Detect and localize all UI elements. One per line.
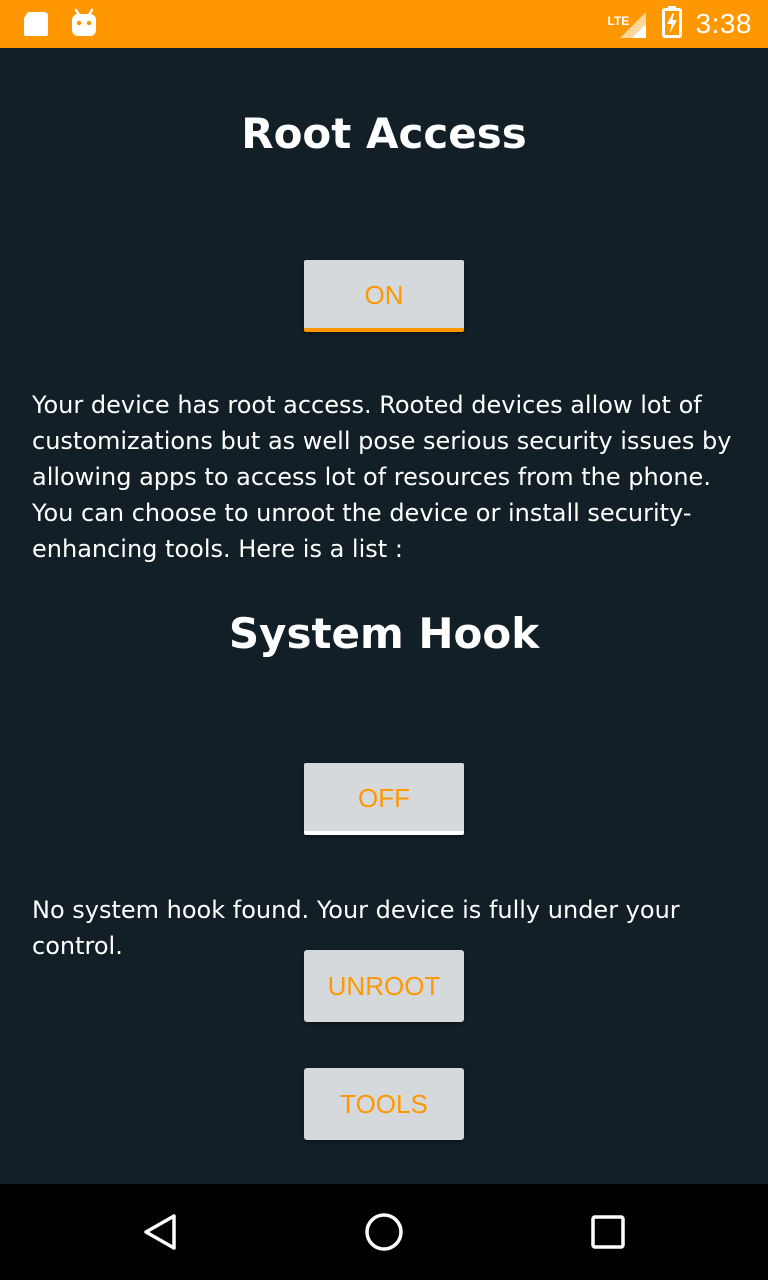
- system-hook-title: System Hook: [228, 609, 540, 658]
- system-hook-toggle[interactable]: OFF: [304, 763, 464, 835]
- lte-signal-icon: LTE: [608, 8, 648, 40]
- tools-button[interactable]: TOOLS: [304, 1068, 464, 1140]
- battery-charging-icon: [661, 6, 682, 42]
- network-type-label: LTE: [607, 14, 630, 28]
- root-access-toggle[interactable]: ON: [304, 260, 464, 332]
- navigation-bar: [0, 1184, 768, 1280]
- status-icons: LTE 3:38: [608, 0, 753, 48]
- status-time: 3:38: [695, 8, 752, 39]
- sd-card-icon: [22, 10, 50, 42]
- unroot-button[interactable]: UNROOT: [304, 950, 464, 1022]
- app-screen: LTE 3:38 Root Access ON Your device has …: [0, 0, 768, 1280]
- android-debug-icon: [70, 8, 98, 42]
- root-access-title: Root Access: [241, 109, 527, 158]
- back-icon[interactable]: [138, 1210, 182, 1254]
- recents-icon[interactable]: [586, 1210, 630, 1254]
- home-icon[interactable]: [362, 1210, 406, 1254]
- root-access-description: Your device has root access. Rooted devi…: [32, 391, 732, 563]
- status-bar: LTE 3:38: [0, 0, 768, 48]
